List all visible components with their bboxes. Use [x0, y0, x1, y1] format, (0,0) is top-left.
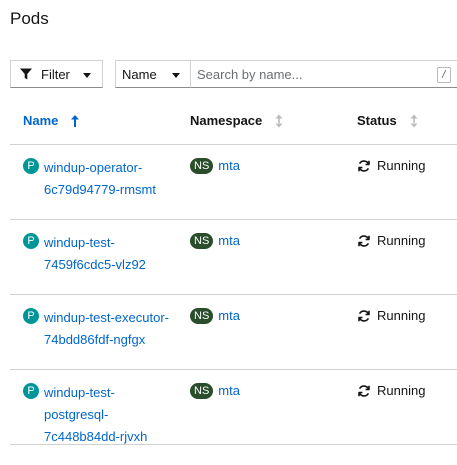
sync-icon	[357, 384, 371, 398]
status-cell: Running	[357, 157, 425, 175]
filter-toolbar: Filter Name /	[10, 60, 457, 88]
column-header-status[interactable]: Status	[357, 113, 419, 128]
namespace-cell: NS mta	[190, 157, 240, 175]
table-row: P windup-test-7459f6cdc5-vlz92 NS mta Ru…	[10, 220, 457, 295]
namespace-link[interactable]: mta	[218, 382, 240, 400]
status-cell: Running	[357, 382, 425, 400]
namespace-link[interactable]: mta	[218, 232, 240, 250]
chevron-down-icon	[172, 73, 180, 78]
namespace-link[interactable]: mta	[218, 157, 240, 175]
table-row: P windup-test-executor-74bdd86fdf-ngfgx …	[10, 295, 457, 370]
status-cell: Running	[357, 307, 425, 325]
column-header-namespace-label: Namespace	[190, 113, 263, 128]
column-header-status-label: Status	[357, 113, 397, 128]
pod-name-link[interactable]: windup-test-postgresql-7c448b84dd-rjvxh	[44, 382, 172, 448]
filter-icon	[19, 67, 33, 81]
namespace-cell: NS mta	[190, 307, 240, 325]
keyboard-shortcut-hint: /	[437, 67, 451, 83]
column-header-name-label: Name	[23, 113, 59, 128]
filter-attribute-select[interactable]: Name	[115, 60, 191, 88]
search-box: /	[191, 60, 457, 88]
pod-resource-badge: P	[23, 308, 39, 324]
pod-name-link[interactable]: windup-operator-6c79d94779-rmsmt	[44, 157, 172, 201]
pod-resource-badge: P	[23, 233, 39, 249]
table-row: P windup-operator-6c79d94779-rmsmt NS mt…	[10, 145, 457, 220]
sort-icon	[274, 114, 284, 128]
table-row: P windup-test-postgresql-7c448b84dd-rjvx…	[10, 370, 457, 445]
filter-attribute-label: Name	[122, 66, 157, 82]
status-text: Running	[377, 158, 426, 173]
column-header-namespace[interactable]: Namespace	[190, 113, 284, 128]
page-title: Pods	[10, 9, 49, 28]
namespace-resource-badge: NS	[190, 308, 214, 324]
sync-icon	[357, 234, 371, 248]
pod-resource-badge: P	[23, 383, 39, 399]
namespace-resource-badge: NS	[190, 158, 214, 174]
pods-table: Name Namespace Status P windup-operator-…	[10, 98, 457, 445]
namespace-resource-badge: NS	[190, 383, 214, 399]
filter-button[interactable]: Filter	[10, 60, 103, 88]
status-text: Running	[377, 383, 426, 398]
column-header-name[interactable]: Name	[23, 113, 80, 128]
sort-icon	[409, 114, 419, 128]
pod-name-link[interactable]: windup-test-executor-74bdd86fdf-ngfgx	[44, 307, 172, 351]
chevron-down-icon	[83, 73, 91, 78]
sync-icon	[357, 309, 371, 323]
pod-name-link[interactable]: windup-test-7459f6cdc5-vlz92	[44, 232, 172, 276]
namespace-resource-badge: NS	[190, 233, 214, 249]
namespace-cell: NS mta	[190, 232, 240, 250]
status-cell: Running	[357, 232, 425, 250]
search-input[interactable]	[191, 61, 431, 87]
namespace-link[interactable]: mta	[218, 307, 240, 325]
table-header: Name Namespace Status	[10, 98, 457, 145]
sync-icon	[357, 159, 371, 173]
status-text: Running	[377, 308, 426, 323]
status-text: Running	[377, 233, 426, 248]
sort-ascending-icon	[70, 114, 80, 128]
namespace-cell: NS mta	[190, 382, 240, 400]
pod-resource-badge: P	[23, 158, 39, 174]
filter-button-label: Filter	[41, 66, 70, 82]
